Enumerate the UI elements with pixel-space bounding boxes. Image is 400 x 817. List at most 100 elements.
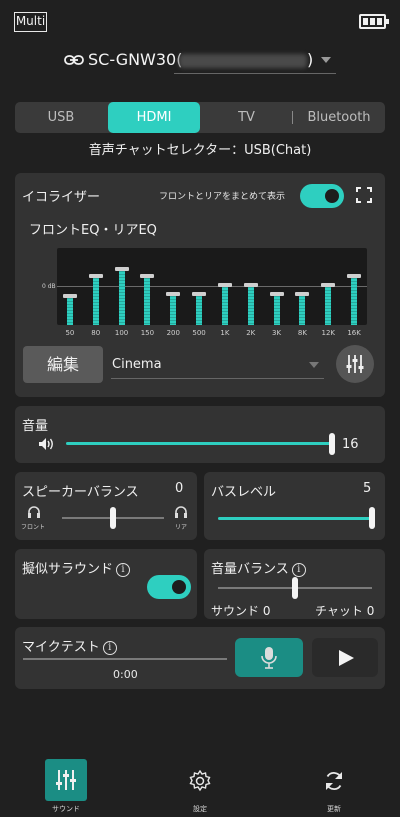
speaker-balance-card: スピーカーバランス 0 フロント リア (15, 472, 197, 540)
eq-band-knob[interactable] (166, 292, 181, 297)
fullscreen-icon[interactable] (356, 187, 372, 203)
virtual-surround-title: 擬似サラウンド i (22, 558, 131, 577)
info-icon[interactable]: i (116, 563, 131, 577)
eq-band-label: 8K (297, 329, 307, 337)
eq-band-bar (144, 276, 151, 325)
eq-band-knob[interactable] (88, 274, 103, 279)
eq-band-bar (170, 294, 177, 325)
volume-balance-card: 音量バランス i サウンド 0 チャット 0 (204, 549, 385, 619)
refresh-icon (326, 772, 342, 790)
bass-level-title: バスレベル (211, 485, 277, 500)
eq-band-label: 16K (347, 329, 361, 337)
mic-test-card: マイクテスト i 0:00 (15, 627, 385, 689)
eq-band-bar (118, 268, 125, 325)
info-icon[interactable]: i (102, 641, 117, 655)
volume-slider-knob[interactable] (329, 433, 335, 455)
device-name-suffix: ) (307, 50, 314, 69)
edit-button[interactable]: 編集 (23, 346, 103, 383)
link-icon (64, 55, 84, 65)
eq-band-label: 1K (220, 329, 230, 337)
tab-tv[interactable]: TV (200, 102, 293, 133)
eq-band-label: 50 (65, 329, 75, 337)
eq-band-knob[interactable] (140, 274, 155, 279)
eq-band-bar (299, 294, 306, 325)
eq-band-label: 500 (192, 329, 206, 337)
eq-band-label: 2K (246, 329, 256, 337)
eq-band-label: 200 (166, 329, 180, 337)
front-label: フロント (21, 524, 46, 531)
eq-band-knob[interactable] (217, 282, 232, 287)
eq-band-label: 80 (91, 329, 101, 337)
eq-settings-button[interactable] (336, 345, 374, 383)
bass-level-fill (218, 517, 372, 520)
chevron-down-icon (309, 362, 319, 368)
device-id-blurred (179, 54, 307, 68)
nav-update[interactable]: 更新 (298, 755, 370, 815)
eq-band-knob[interactable] (321, 282, 336, 287)
nav-update-label: 更新 (327, 805, 341, 813)
rear-label: リア (175, 524, 188, 531)
eq-band-knob[interactable] (114, 266, 129, 271)
record-mic-button[interactable] (235, 638, 303, 677)
dropdown-arrow-icon (321, 57, 331, 63)
sound-label: サウンド 0 (211, 604, 271, 618)
nav-settings-label: 設定 (193, 805, 207, 813)
eq-band-bar (196, 294, 203, 325)
combine-label: フロントとリアをまとめて表示 (159, 192, 286, 202)
eq-zero-label: 0 dB (42, 283, 56, 290)
battery-icon (359, 14, 389, 29)
microphone-icon (261, 647, 277, 669)
eq-band-knob[interactable] (192, 292, 207, 297)
bass-level-card: バスレベル 5 (204, 472, 385, 540)
eq-band-bar (66, 295, 73, 325)
eq-band-bar (92, 276, 99, 325)
eq-band-bar (351, 276, 358, 325)
nav-sound[interactable]: サウンド (30, 755, 102, 815)
eq-band-label: 150 (140, 329, 155, 337)
front-speaker-icon (28, 506, 40, 518)
eq-band-bar (247, 284, 254, 325)
chat-selector-text: 音声チャットセレクター：USB(Chat) (88, 143, 312, 158)
eq-band-bar (221, 284, 228, 325)
volume-balance-title: 音量バランス i (211, 558, 306, 577)
eq-band-knob[interactable] (295, 292, 310, 297)
preset-value: Cinema (112, 357, 162, 372)
tab-usb[interactable]: USB (15, 102, 107, 133)
speaker-balance-knob[interactable] (110, 507, 116, 529)
volume-card: 音量 16 (15, 406, 385, 463)
volume-slider-fill (66, 442, 332, 445)
mic-test-time: 0:00 (113, 668, 138, 681)
preset-select[interactable]: Cinema (111, 351, 324, 379)
info-icon[interactable]: i (291, 563, 306, 577)
nav-sound-label: サウンド (52, 805, 80, 813)
combine-toggle[interactable] (300, 184, 344, 208)
input-tabs: USB HDMI TV Bluetooth (15, 102, 385, 133)
eq-band-knob[interactable] (347, 274, 362, 279)
tab-hdmi[interactable]: HDMI (108, 102, 200, 133)
rear-speaker-icon (175, 506, 187, 518)
equalizer-title: イコライザー (22, 190, 101, 205)
speaker-balance-value: 0 (175, 481, 184, 496)
mode-badge[interactable]: Multi (14, 12, 47, 32)
nav-settings[interactable]: 設定 (164, 755, 236, 815)
device-name: SC-GNW30( (88, 50, 183, 69)
volume-balance-knob[interactable] (292, 577, 298, 599)
virtual-surround-toggle[interactable] (147, 575, 191, 599)
bass-level-value: 5 (363, 481, 372, 496)
bass-level-knob[interactable] (369, 507, 375, 529)
eq-band-knob[interactable] (62, 293, 77, 298)
device-selector[interactable]: SC-GNW30( ) (64, 48, 339, 74)
mic-test-title: マイクテスト i (22, 636, 117, 655)
play-button[interactable] (312, 638, 378, 677)
volume-value: 16 (342, 437, 359, 452)
equalizer-sliders-icon (346, 355, 364, 373)
eq-band-knob[interactable] (243, 282, 258, 287)
eq-band-bar (273, 294, 280, 325)
equalizer-icon (45, 759, 87, 801)
speaker-icon (39, 438, 53, 450)
eq-subtitle: フロントEQ・リアEQ (29, 223, 157, 238)
bottom-nav: サウンド 設定 更新 (0, 755, 400, 817)
tab-bluetooth[interactable]: Bluetooth (293, 102, 385, 133)
eq-band-label: 100 (114, 329, 129, 337)
eq-band-knob[interactable] (269, 292, 284, 297)
